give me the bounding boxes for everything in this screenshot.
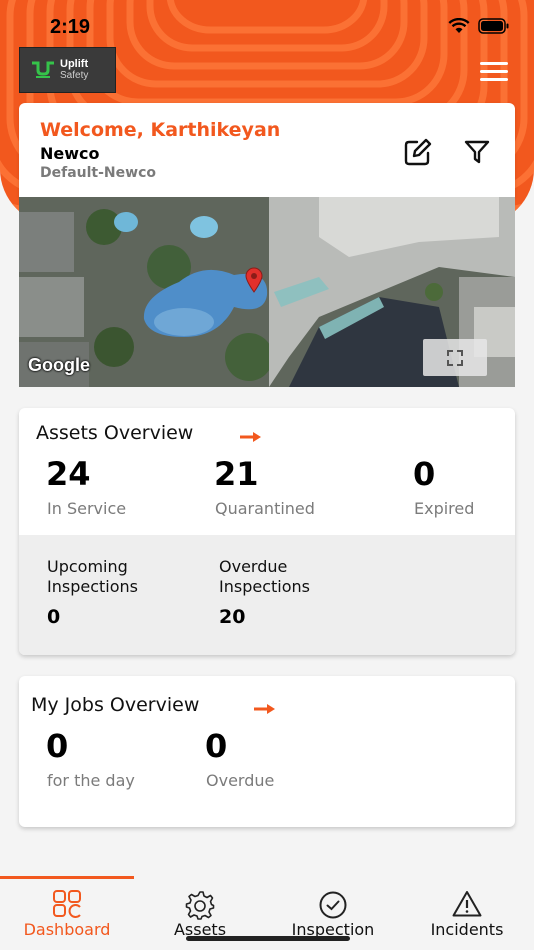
app-logo: Uplift Safety: [19, 47, 116, 93]
arrow-right-icon[interactable]: [240, 431, 262, 443]
upcoming-inspections-count: 0: [47, 606, 61, 628]
inspections-panel: Upcoming Inspections 0 Overdue Inspectio…: [19, 535, 515, 655]
hamburger-menu-icon[interactable]: [480, 62, 508, 81]
tab-dashboard[interactable]: Dashboard: [0, 876, 134, 950]
edit-button[interactable]: [403, 137, 433, 167]
in-service-count: 24: [46, 455, 91, 493]
arrow-right-icon[interactable]: [254, 703, 276, 715]
overdue-inspections-label: Overdue Inspections: [219, 557, 310, 596]
welcome-card: Welcome, Karthikeyan Newco Default-Newco: [19, 103, 515, 198]
company-name: Newco: [40, 144, 100, 163]
tab-incidents[interactable]: Incidents: [400, 876, 534, 950]
map-pin-icon[interactable]: [244, 267, 264, 293]
filter-icon: [464, 140, 490, 164]
quarantined-count: 21: [214, 455, 259, 493]
fullscreen-button[interactable]: [423, 339, 487, 376]
status-time: 2:19: [50, 16, 91, 38]
edit-icon: [404, 138, 432, 166]
filter-button[interactable]: [463, 137, 491, 167]
overdue-inspections-count: 20: [219, 606, 246, 628]
gear-icon: [185, 891, 215, 920]
battery-icon: [478, 18, 509, 34]
map-view[interactable]: Google: [19, 197, 515, 387]
tab-incidents-label: Incidents: [430, 920, 504, 939]
fullscreen-icon: [447, 350, 463, 366]
home-indicator[interactable]: [186, 936, 350, 941]
tab-dashboard-label: Dashboard: [23, 920, 111, 939]
warning-triangle-icon: [452, 891, 482, 917]
jobs-today-count: 0: [46, 727, 69, 765]
assets-overview-title: Assets Overview: [36, 422, 194, 444]
logo-title: Uplift: [60, 58, 89, 70]
expired-label: Expired: [414, 499, 475, 518]
map-attribution: Google: [28, 355, 90, 375]
logo-subtitle: Safety: [60, 70, 89, 81]
expired-count: 0: [413, 455, 436, 493]
check-circle-icon: [319, 891, 347, 919]
in-service-label: In Service: [47, 499, 127, 518]
assets-overview-card: Assets Overview 24 In Service 21 Quarant…: [19, 408, 515, 655]
jobs-overdue-count: 0: [205, 727, 228, 765]
wifi-icon: [448, 18, 470, 33]
jobs-today-label: for the day: [47, 771, 135, 790]
welcome-title: Welcome, Karthikeyan: [40, 119, 281, 141]
logo-mark-icon: [32, 61, 54, 78]
jobs-overview-card: My Jobs Overview 0 for the day 0 Overdue: [19, 676, 515, 827]
quarantined-label: Quarantined: [215, 499, 315, 518]
dashboard-grid-icon: [53, 890, 81, 918]
jobs-overdue-label: Overdue: [206, 771, 275, 790]
subcompany-name: Default-Newco: [40, 165, 156, 181]
jobs-overview-title: My Jobs Overview: [31, 694, 200, 716]
upcoming-inspections-label: Upcoming Inspections: [47, 557, 138, 596]
